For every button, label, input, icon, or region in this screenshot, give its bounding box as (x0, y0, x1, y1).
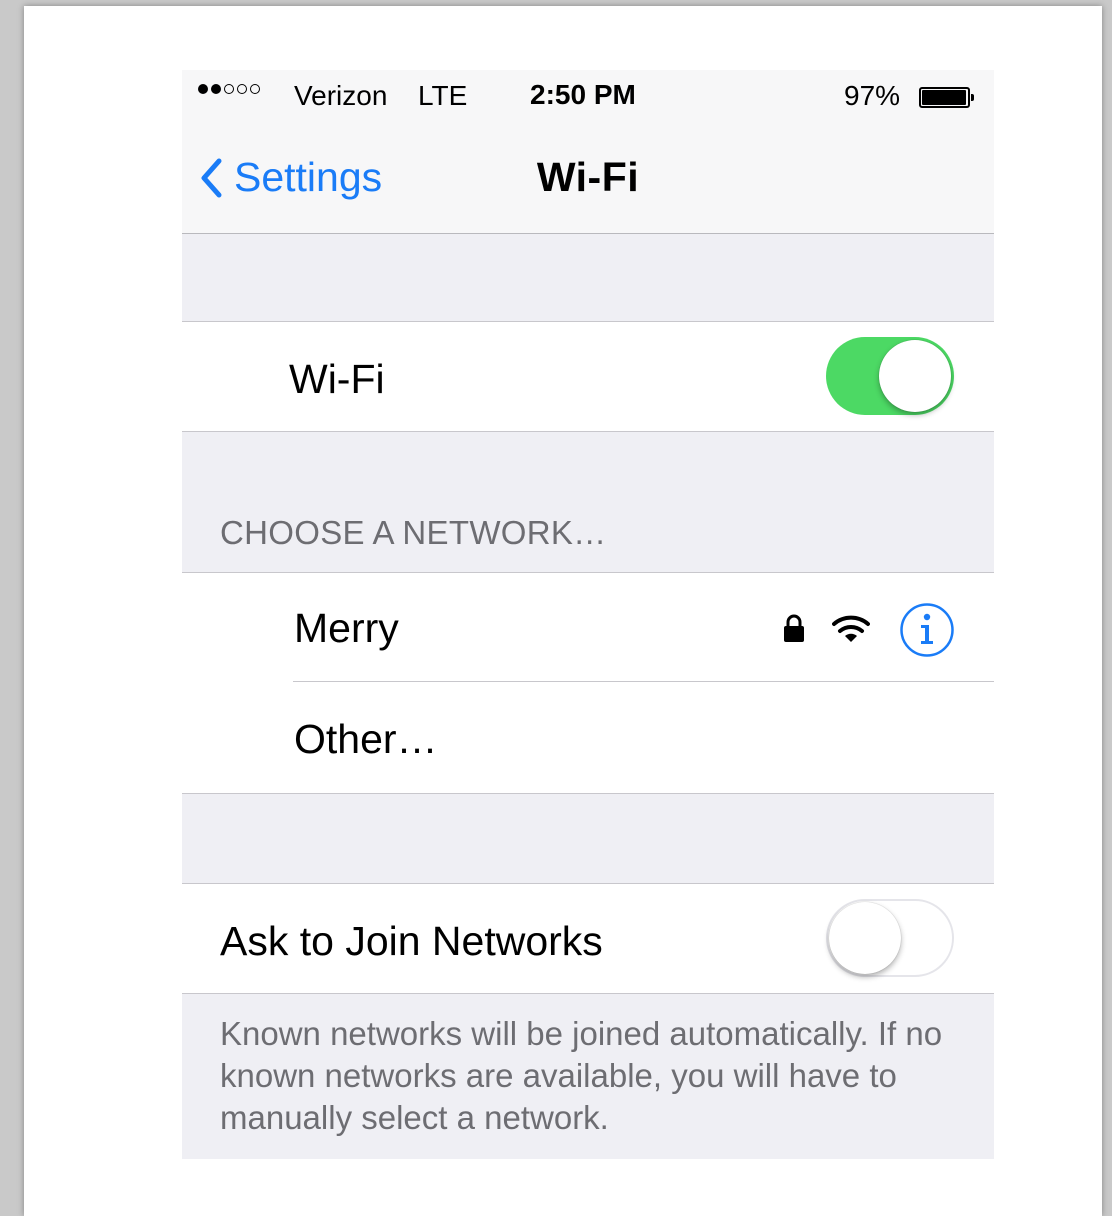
ask-to-join-toggle[interactable] (826, 899, 954, 977)
network-row-merry[interactable]: Merry (182, 573, 994, 683)
network-name: Merry (294, 605, 399, 651)
network-type: LTE (418, 80, 468, 111)
wifi-toggle[interactable] (826, 337, 954, 415)
wifi-row: Wi-Fi (182, 321, 994, 432)
info-icon[interactable] (899, 602, 955, 658)
battery-icon (919, 87, 974, 108)
page-title: Wi-Fi (536, 154, 640, 200)
clock: 2:50 PM (530, 79, 636, 110)
lock-icon (784, 614, 804, 642)
signal-dot (211, 84, 221, 94)
ask-to-join-footer: Known networks will be joined automatica… (220, 1015, 943, 1136)
signal-dot (237, 84, 247, 94)
toggle-knob (829, 902, 901, 974)
status-bar: Verizon LTE 2:50 PM 97% (182, 70, 994, 124)
wifi-row-label: Wi-Fi (289, 356, 385, 402)
row-separator (293, 681, 994, 682)
cell-signal-icon (198, 84, 263, 94)
battery-percent: 97% (844, 80, 901, 111)
signal-dot (224, 84, 234, 94)
wifi-signal-icon (832, 615, 870, 642)
signal-dot (198, 84, 208, 94)
network-list: Merry Other… (182, 572, 994, 794)
signal-dot (250, 84, 260, 94)
ask-to-join-row: Ask to Join Networks (182, 883, 994, 994)
document-page: Verizon LTE 2:50 PM 97% Settings Wi-Fi W… (24, 6, 1102, 1216)
ask-to-join-label: Ask to Join Networks (220, 918, 603, 964)
section-header: CHOOSE A NETWORK… (220, 514, 607, 551)
network-row-other[interactable]: Other… (182, 683, 994, 793)
toggle-knob (879, 340, 951, 412)
carrier-name: Verizon (294, 80, 388, 111)
navigation-bar: Verizon LTE 2:50 PM 97% Settings Wi-Fi (182, 70, 994, 234)
other-network-label: Other… (294, 716, 438, 762)
phone-screen: Verizon LTE 2:50 PM 97% Settings Wi-Fi W… (182, 70, 994, 1159)
